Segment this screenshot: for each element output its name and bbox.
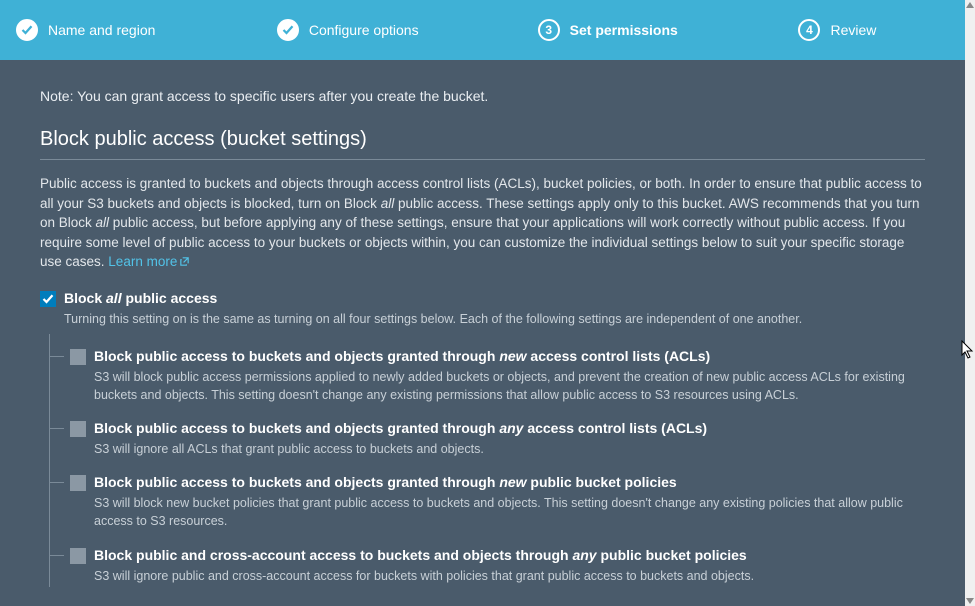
block-any-acls-desc: S3 will ignore all ACLs that grant publi… bbox=[94, 440, 925, 458]
block-any-policies-option: Block public and cross-account access to… bbox=[50, 533, 925, 587]
step-number-icon: 4 bbox=[798, 19, 820, 41]
step-review[interactable]: 4 Review bbox=[798, 19, 955, 41]
block-new-acls-checkbox[interactable] bbox=[70, 349, 86, 365]
block-new-policies-checkbox[interactable] bbox=[70, 475, 86, 491]
step-number-icon: 3 bbox=[538, 19, 560, 41]
block-any-acls-label: Block public access to buckets and objec… bbox=[94, 420, 707, 436]
block-any-acls-checkbox[interactable] bbox=[70, 421, 86, 437]
block-any-policies-desc: S3 will ignore public and cross-account … bbox=[94, 567, 925, 585]
step-name-and-region[interactable]: Name and region bbox=[10, 19, 277, 41]
block-all-label: Block all public access bbox=[64, 290, 217, 306]
block-public-access-intro: Public access is granted to buckets and … bbox=[40, 174, 925, 272]
block-public-access-title: Block public access (bucket settings) bbox=[40, 128, 925, 151]
block-any-policies-label: Block public and cross-account access to… bbox=[94, 547, 747, 563]
scroll-up-icon bbox=[966, 2, 974, 8]
step-label: Set permissions bbox=[570, 22, 678, 38]
permissions-content: Note: You can grant access to specific u… bbox=[0, 60, 965, 606]
external-link-icon bbox=[179, 256, 190, 267]
step-done-icon bbox=[277, 19, 299, 41]
scroll-down-icon bbox=[966, 598, 974, 604]
block-any-policies-checkbox[interactable] bbox=[70, 548, 86, 564]
block-new-acls-option: Block public access to buckets and objec… bbox=[50, 334, 925, 406]
step-label: Configure options bbox=[309, 22, 419, 38]
step-done-icon bbox=[16, 19, 38, 41]
block-all-desc: Turning this setting on is the same as t… bbox=[64, 310, 925, 328]
step-label: Review bbox=[830, 22, 876, 38]
step-set-permissions[interactable]: 3 Set permissions bbox=[538, 19, 799, 41]
block-all-checkbox[interactable] bbox=[40, 291, 56, 307]
block-any-acls-option: Block public access to buckets and objec… bbox=[50, 406, 925, 460]
block-children: Block public access to buckets and objec… bbox=[49, 334, 925, 587]
block-new-policies-desc: S3 will block new bucket policies that g… bbox=[94, 494, 925, 530]
block-all-option: Block all public access Turning this set… bbox=[40, 290, 925, 328]
divider bbox=[40, 159, 925, 160]
wizard-panel: Name and region Configure options 3 Set … bbox=[0, 0, 965, 606]
block-public-access-tree: Block all public access Turning this set… bbox=[40, 290, 925, 587]
block-new-policies-option: Block public access to buckets and objec… bbox=[50, 460, 925, 532]
note-text: Note: You can grant access to specific u… bbox=[40, 88, 925, 104]
block-new-acls-label: Block public access to buckets and objec… bbox=[94, 348, 710, 364]
block-new-policies-label: Block public access to buckets and objec… bbox=[94, 474, 677, 490]
block-new-acls-desc: S3 will block public access permissions … bbox=[94, 368, 925, 404]
outer-scrollbar[interactable] bbox=[965, 0, 975, 606]
wizard-steps: Name and region Configure options 3 Set … bbox=[0, 0, 965, 60]
step-configure-options[interactable]: Configure options bbox=[277, 19, 538, 41]
learn-more-link[interactable]: Learn more bbox=[108, 254, 190, 269]
step-label: Name and region bbox=[48, 22, 155, 38]
